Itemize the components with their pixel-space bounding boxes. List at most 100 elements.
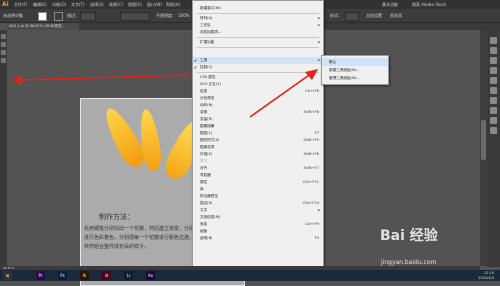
- menu-item-graphic-styles[interactable]: 图形样式(S) Shift+F5: [193, 137, 323, 144]
- menu-item-browse-addons[interactable]: 浏览加载项...: [193, 29, 323, 36]
- menu-item-label: 变量(R): [200, 117, 213, 121]
- baidu-watermark-url: jingyan.baidu.com: [381, 259, 437, 266]
- menu-item-shortcut: Ctrl+F9: [305, 222, 319, 226]
- submenu-item-default[interactable]: 默认: [322, 58, 388, 66]
- menu-item-image-trace[interactable]: 图像描摹: [193, 123, 323, 130]
- system-clock[interactable]: 12:10 2020/4/3: [478, 271, 494, 280]
- prefs-button[interactable]: 首选项: [390, 13, 402, 19]
- taskbar-app-premiere[interactable]: Pr: [36, 271, 45, 280]
- taskbar-app-photoshop[interactable]: Ps: [58, 271, 67, 280]
- pen-tool-icon[interactable]: [1, 50, 6, 55]
- menu-item-label: 控制(C): [200, 65, 213, 69]
- menu-item-label: 渐变: [200, 222, 208, 226]
- taskbar-app-illustrator[interactable]: Ai: [80, 271, 89, 280]
- menu-item-variables[interactable]: 变量(R): [193, 116, 323, 123]
- check-icon: ✔: [194, 58, 198, 63]
- menu-item-label: 图像描摹: [200, 124, 215, 128]
- menu-item-shortcut: Shift+F7: [303, 166, 319, 170]
- menu-item-label: 库: [200, 187, 204, 191]
- menu-item-separations-preview[interactable]: 分色预览: [193, 95, 323, 102]
- menu-type[interactable]: 文字(T): [71, 2, 85, 8]
- start-icon[interactable]: ⊞: [3, 271, 12, 280]
- type-tool-icon[interactable]: [1, 58, 6, 63]
- brush-dropdown[interactable]: [120, 12, 150, 21]
- menu-file[interactable]: 文件(F): [14, 2, 27, 8]
- app-label: Pr: [38, 273, 43, 278]
- submenu-item-label: 新建工具面板(N)...: [329, 68, 360, 72]
- menu-item-control[interactable]: ✔ 控制(C): [193, 64, 323, 71]
- menu-item-info[interactable]: 信息 Ctrl+F8: [193, 88, 323, 95]
- stroke-weight-dropdown[interactable]: [80, 12, 96, 21]
- symbols-panel-icon[interactable]: [490, 97, 497, 104]
- menu-item-extensions[interactable]: 扩展功能 ▸: [193, 39, 323, 46]
- menu-item-label: CSS 属性: [200, 75, 216, 79]
- menu-item-label: 图层(L): [200, 131, 212, 135]
- doc-setup-button[interactable]: 文档设置: [366, 13, 382, 19]
- menu-item-label: 文字: [200, 208, 208, 212]
- menu-item-arrange[interactable]: 排列(A) ▸: [193, 15, 323, 22]
- gradient-panel-icon[interactable]: [490, 117, 497, 124]
- menu-item-pattern-options[interactable]: 图案选项: [193, 144, 323, 151]
- document-tab[interactable]: AD4-1.ai @ 66.67% (RGB/预览): [7, 23, 79, 30]
- menu-item-label: 描边(K): [200, 201, 213, 205]
- workspace-switcher[interactable]: 基本功能: [382, 2, 398, 8]
- menu-item-gradient[interactable]: 渐变 Ctrl+F9: [193, 221, 323, 228]
- menu-item-transform[interactable]: 变换 Shift+F8: [193, 109, 323, 116]
- menu-help[interactable]: 帮助(H): [166, 2, 180, 8]
- menu-window[interactable]: 窗口(W): [147, 2, 162, 8]
- taskbar-app-indesign[interactable]: Id: [102, 271, 111, 280]
- menu-item-navigator[interactable]: 导航器: [193, 172, 323, 179]
- layers-panel-icon[interactable]: [490, 47, 497, 54]
- color-panel-icon[interactable]: [490, 67, 497, 74]
- app-label: Lr: [126, 273, 131, 278]
- menu-effect[interactable]: 效果(C): [109, 2, 123, 8]
- menu-item-appearance[interactable]: 外观(E) Shift+F6: [193, 151, 323, 158]
- menu-item-layers[interactable]: 图层(L) F7: [193, 130, 323, 137]
- taskbar-app-aftereffects[interactable]: Ae: [146, 271, 155, 280]
- menu-item-type[interactable]: 文字 ▸: [193, 207, 323, 214]
- menu-item-align[interactable]: 对齐 Shift+F7: [193, 165, 323, 172]
- scrollbar-thumb[interactable]: [481, 120, 486, 160]
- menu-select[interactable]: 选择(S): [90, 2, 104, 8]
- menu-item-document-info[interactable]: 文档信息(M): [193, 214, 323, 221]
- vertical-scrollbar[interactable]: [480, 30, 487, 266]
- app-label: Ps: [60, 273, 65, 278]
- stroke-swatch[interactable]: [54, 12, 63, 21]
- menu-item-actions[interactable]: 动作(N): [193, 102, 323, 109]
- stock-search-input[interactable]: 搜索 Adobe Stock: [412, 2, 446, 8]
- transparency-panel-icon[interactable]: [490, 127, 497, 134]
- menu-item-new-window[interactable]: 新建窗口(W): [193, 5, 323, 12]
- menu-item-stroke[interactable]: 描边(K) Ctrl+F10: [193, 200, 323, 207]
- menu-item-flattener-preview[interactable]: 拼合器预览: [193, 193, 323, 200]
- properties-panel-icon[interactable]: [490, 37, 497, 44]
- menu-item-brushes[interactable]: 画笔(B) F5: [193, 235, 323, 242]
- opacity-value[interactable]: 100%: [178, 13, 189, 18]
- menu-item-label: 拼合器预览: [200, 194, 218, 198]
- direct-selection-tool-icon[interactable]: [1, 42, 6, 47]
- menu-item-tools[interactable]: ✔ 工具 ▸: [193, 57, 323, 64]
- menu-object[interactable]: 对象(O): [52, 2, 66, 8]
- submenu-item-new-tools-panel[interactable]: 新建工具面板(N)...: [322, 66, 388, 74]
- menu-item-svg-interactivity[interactable]: SVG 交互(Y): [193, 81, 323, 88]
- style-dropdown[interactable]: [345, 12, 359, 21]
- menu-item-workspace[interactable]: 工作区 ▸: [193, 22, 323, 29]
- menu-item-shortcut: Ctrl+F10: [302, 201, 319, 205]
- menu-item-css-properties[interactable]: CSS 属性: [193, 74, 323, 81]
- menu-item-artboards[interactable]: 画板: [193, 228, 323, 235]
- swatches-panel-icon[interactable]: [490, 77, 497, 84]
- selection-tool-icon[interactable]: [1, 34, 6, 39]
- brushes-panel-icon[interactable]: [490, 87, 497, 94]
- menu-item-label: 浏览加载项...: [200, 30, 222, 34]
- libraries-panel-icon[interactable]: [490, 57, 497, 64]
- menu-item-shortcut: Shift+F5: [303, 138, 319, 142]
- menu-edit[interactable]: 编辑(E): [33, 2, 47, 8]
- submenu-item-manage-tools-panel[interactable]: 管理工具面板(M)...: [322, 74, 388, 82]
- fill-swatch[interactable]: [38, 12, 47, 21]
- menu-view[interactable]: 视图(V): [128, 2, 142, 8]
- clock-date: 2020/4/3: [478, 275, 494, 280]
- taskbar-app-lightroom[interactable]: Lr: [124, 271, 133, 280]
- menu-item-label: 变换: [200, 110, 208, 114]
- stroke-panel-icon[interactable]: [490, 107, 497, 114]
- menu-item-properties[interactable]: 属性 Ctrl+F11: [193, 179, 323, 186]
- menu-item-libraries[interactable]: 库: [193, 186, 323, 193]
